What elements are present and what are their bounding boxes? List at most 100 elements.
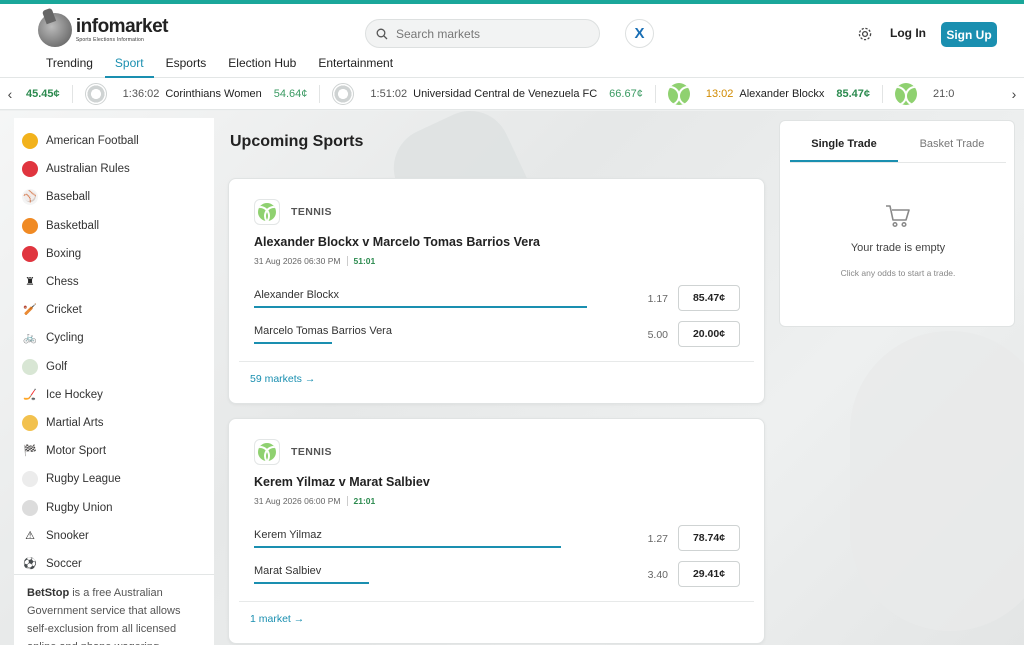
runner-probability-bar — [254, 546, 561, 548]
sidebar-item-ice-hockey[interactable]: 🏒 Ice Hockey — [14, 381, 214, 409]
runner-probability-bar — [254, 306, 587, 308]
search-bar[interactable] — [365, 19, 600, 48]
card-footer: 1 market → — [239, 601, 754, 643]
price-button[interactable]: 20.00¢ — [678, 321, 740, 347]
tab-trending[interactable]: Trending — [36, 54, 103, 78]
sidebar-item-label: American Football — [46, 135, 139, 148]
category-label: TENNIS — [291, 446, 332, 458]
sidebar-item-rugby-union[interactable]: Rugby Union — [14, 493, 214, 521]
price-button[interactable]: 29.41¢ — [678, 561, 740, 587]
ticker-team: Alexander Blockx — [739, 87, 825, 100]
sidebar-item-label: Golf — [46, 360, 68, 373]
sidebar-item-american-football[interactable]: American Football — [14, 127, 214, 155]
martial-arts-icon — [22, 414, 38, 431]
chess-piece-icon: ♜ — [22, 274, 38, 291]
ticker-time: 1:51:02 — [370, 87, 408, 100]
runner-odds: 1.27 — [647, 533, 668, 545]
brand-tagline: Sports Elections Information — [75, 37, 144, 43]
ticker-price: 54.64¢ — [273, 87, 308, 100]
sidebar-item-label: Rugby Union — [46, 501, 113, 514]
search-input[interactable] — [396, 26, 586, 41]
match-meta: 31 Aug 2026 06:00 PM 21:01 — [254, 496, 375, 506]
markets-link[interactable]: 59 markets → — [250, 373, 315, 385]
tab-sport[interactable]: Sport — [104, 54, 154, 78]
ticker-item[interactable]: 1:36:02 Corinthians Women 54.64¢ — [84, 82, 308, 105]
ticker-next-icon[interactable]: › — [1004, 86, 1024, 102]
tab-entertainment[interactable]: Entertainment — [308, 54, 403, 78]
brand-logo[interactable]: infomarket Sports Elections Information — [38, 12, 169, 48]
soccer-ball-icon: ⚽ — [22, 555, 38, 572]
ticker-item[interactable]: 1:51:02 Universidad Central de Venezuela … — [332, 82, 643, 105]
match-date: 31 Aug 2026 06:00 PM — [254, 496, 341, 506]
price-button[interactable]: 85.47¢ — [678, 285, 740, 311]
sidebar-item-australian-rules[interactable]: Australian Rules — [14, 155, 214, 183]
sidebar-item-baseball[interactable]: ⚾ Baseball — [14, 183, 214, 211]
card-category: TENNIS — [254, 439, 332, 465]
sidebar-item-snooker[interactable]: ⚠ Snooker — [14, 522, 214, 550]
sidebar-item-label: Snooker — [46, 529, 89, 542]
tab-single-trade[interactable]: Single Trade — [790, 131, 898, 162]
tab-basket-trade[interactable]: Basket Trade — [898, 131, 1006, 162]
x-social-button[interactable]: X — [625, 19, 654, 48]
ticker-item[interactable]: 21:0 — [895, 82, 960, 105]
sidebar-item-boxing[interactable]: Boxing — [14, 240, 214, 268]
betstop-name[interactable]: BetStop — [27, 587, 69, 599]
sport-list: American Football Australian Rules ⚾ Baseba… — [14, 118, 214, 578]
ticker-item[interactable]: 13:02 Alexander Blockx 85.47¢ — [667, 82, 870, 105]
tab-esports[interactable]: Esports — [156, 54, 217, 78]
logo-text: infomarket Sports Elections Information — [75, 16, 169, 43]
ticker-divider — [71, 84, 73, 103]
meta-divider — [346, 256, 348, 266]
runner-name: Marat Salbiev — [254, 565, 322, 577]
gear-icon[interactable] — [857, 26, 873, 42]
checkered-flag-icon: 🏁 — [22, 443, 38, 460]
sidebar-item-martial-arts[interactable]: Martial Arts — [14, 409, 214, 437]
sidebar-item-motor-sport[interactable]: 🏁 Motor Sport — [14, 437, 214, 465]
brand-name: infomarket — [75, 16, 169, 37]
runner-row: Marat Salbiev 3.40 29.41¢ — [254, 561, 740, 589]
trade-panel: Single Trade Basket Trade Your trade is e… — [779, 120, 1015, 327]
ticker-price: 66.67¢ — [609, 87, 643, 100]
sidebar-item-label: Baseball — [46, 191, 91, 204]
runner-name: Marcelo Tomas Barrios Vera — [254, 325, 392, 337]
match-title[interactable]: Kerem Yilmaz v Marat Salbiev — [254, 475, 430, 489]
football-helmet-icon — [22, 133, 38, 150]
sidebar-item-cycling[interactable]: 🚲 Cycling — [14, 324, 214, 352]
sidebar-item-basketball[interactable]: Basketball — [14, 212, 214, 240]
runner-odds: 5.00 — [647, 329, 668, 341]
match-date: 31 Aug 2026 06:30 PM — [254, 256, 341, 266]
ticker-items: 45.45¢ 1:36:02 Corinthians Women 54.64¢ 1:51… — [20, 82, 1004, 105]
cricket-bat-icon: 🏏 — [22, 302, 38, 319]
sidebar-item-label: Australian Rules — [46, 163, 130, 176]
runner-odds: 1.17 — [647, 293, 668, 305]
signup-button[interactable]: Sign Up — [941, 22, 997, 47]
sidebar-item-label: Cricket — [46, 304, 82, 317]
sidebar-item-golf[interactable]: Golf — [14, 353, 214, 381]
sports-sidebar: American Football Australian Rules ⚾ Baseba… — [14, 118, 214, 645]
wolf-logo-icon — [38, 13, 72, 47]
trade-empty-title: Your trade is empty — [850, 242, 946, 254]
markets-link[interactable]: 1 market → — [250, 613, 304, 625]
runner-name: Kerem Yilmaz — [254, 529, 322, 541]
match-meta: 31 Aug 2026 06:30 PM 51:01 — [254, 256, 375, 266]
tennis-ball-icon — [258, 443, 276, 461]
rugby-union-ball-icon — [22, 499, 38, 516]
ticker-item[interactable]: 45.45¢ — [26, 88, 60, 100]
tab-election-hub[interactable]: Election Hub — [218, 54, 306, 78]
price-button[interactable]: 78.74¢ — [678, 525, 740, 551]
sidebar-item-rugby-league[interactable]: Rugby League — [14, 465, 214, 493]
trade-tabs: Single Trade Basket Trade — [790, 131, 1006, 163]
card-footer: 59 markets → — [239, 361, 754, 403]
top-header: infomarket Sports Elections Information … — [0, 4, 1024, 78]
meta-divider — [346, 496, 348, 506]
sidebar-item-cricket[interactable]: 🏏 Cricket — [14, 296, 214, 324]
match-title[interactable]: Alexander Blockx v Marcelo Tomas Barrios… — [254, 235, 540, 249]
sidebar-item-chess[interactable]: ♜ Chess — [14, 268, 214, 296]
betstop-notice: BetStop is a free Australian Government … — [14, 574, 214, 645]
runner-name: Alexander Blockx — [254, 289, 339, 301]
category-label: TENNIS — [291, 206, 332, 218]
australian-rules-ball-icon — [22, 161, 38, 178]
sidebar-item-label: Motor Sport — [46, 445, 107, 458]
login-link[interactable]: Log In — [890, 26, 926, 40]
ticker-prev-icon[interactable]: ‹ — [0, 86, 20, 102]
